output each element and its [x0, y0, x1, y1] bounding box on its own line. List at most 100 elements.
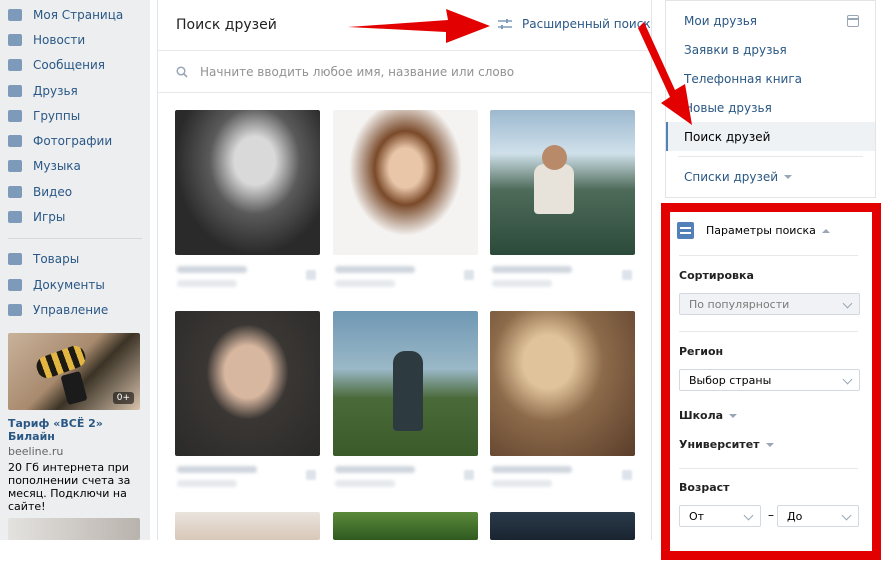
nav-item-label: Документы: [33, 277, 105, 292]
friends-search-panel: Поиск друзей Расширенный поиск: [157, 0, 652, 540]
search-params-toggle[interactable]: Параметры поиска: [677, 222, 830, 239]
video-icon: [8, 185, 22, 198]
advanced-search-link[interactable]: Расширенный поиск: [498, 17, 651, 31]
nav-item[interactable]: Игры: [0, 204, 150, 229]
advanced-search-label: Расширенный поиск: [522, 17, 651, 31]
friends-menu-item[interactable]: Заявки в друзья: [666, 35, 875, 64]
friends-menu-item-label: Новые друзья: [684, 100, 772, 115]
chevron-down-icon: [729, 414, 738, 418]
school-toggle[interactable]: Школа: [679, 409, 738, 422]
friend-lists-label: Списки друзей: [684, 169, 779, 184]
nav-item-label: Моя Страница: [33, 7, 124, 22]
age-from-select[interactable]: От: [679, 505, 761, 527]
friend-photo[interactable]: [490, 110, 635, 255]
ad-image-2[interactable]: [8, 518, 140, 540]
news-icon: [8, 33, 22, 46]
nav-item[interactable]: Товары: [0, 247, 150, 272]
sort-value: По популярности: [689, 297, 790, 311]
nav-item[interactable]: Группы: [0, 103, 150, 128]
nav-item-label: Игры: [33, 210, 66, 225]
camera-icon: [8, 135, 22, 148]
nav-item-label: Фотографии: [33, 134, 113, 149]
panel-header: Поиск друзей Расширенный поиск: [158, 0, 651, 51]
school-label: Школа: [679, 409, 724, 422]
documents-icon: [8, 278, 22, 291]
friend-photo[interactable]: [175, 512, 320, 540]
nav-item-label: Сообщения: [33, 58, 106, 73]
chevron-down-icon: [842, 298, 853, 309]
university-toggle[interactable]: Университет: [679, 438, 774, 451]
calendar-icon[interactable]: [847, 15, 859, 27]
nav-item[interactable]: Документы: [0, 272, 150, 297]
region-value: Выбор страны: [689, 373, 772, 387]
region-label: Регион: [679, 345, 724, 358]
region-select[interactable]: Выбор страны: [679, 369, 860, 391]
friend-photo[interactable]: [333, 110, 478, 255]
chevron-down-icon: [743, 510, 754, 521]
friends-menu-item[interactable]: Поиск друзей: [666, 122, 875, 151]
search-bar: [158, 51, 651, 93]
nav-item[interactable]: Новости: [0, 27, 150, 52]
ad-domain: beeline.ru: [8, 445, 64, 458]
nav-item-label: Друзья: [33, 83, 78, 98]
friend-photo[interactable]: [490, 512, 635, 540]
age-to-value: До: [787, 509, 803, 523]
age-rating-badge: 0+: [112, 392, 134, 404]
nav-item-label: Видео: [33, 184, 73, 199]
nav-item-label: Новости: [33, 32, 86, 47]
advertisement[interactable]: 0+ Тариф «ВСЁ 2» Билайн beeline.ru 20 Гб…: [8, 333, 140, 513]
ad-title[interactable]: Тариф «ВСЁ 2» Билайн: [8, 417, 140, 443]
divider: [679, 255, 858, 256]
chevron-down-icon: [842, 374, 853, 385]
chevron-down-icon: [784, 174, 793, 179]
friends-menu-item-label: Телефонная книга: [684, 71, 802, 86]
friend-photo[interactable]: [333, 512, 478, 540]
filter-icon: [677, 222, 694, 239]
ad-image[interactable]: 0+: [8, 333, 140, 410]
ad-text: 20 Гб интернета при пополнении счета за …: [8, 461, 131, 513]
nav-item[interactable]: Управление: [0, 297, 150, 322]
divider: [679, 331, 858, 332]
nav-item-label: Товары: [33, 252, 80, 267]
divider: [679, 468, 858, 469]
search-params-title: Параметры поиска: [706, 224, 816, 237]
chevron-up-icon: [821, 228, 830, 233]
nav-item[interactable]: Друзья: [0, 78, 150, 103]
sort-select[interactable]: По популярности: [679, 293, 860, 315]
music-icon: [8, 160, 22, 173]
goods-icon: [8, 253, 22, 266]
friends-menu-item-label: Заявки в друзья: [684, 42, 787, 57]
search-icon: [176, 65, 188, 78]
nav-item[interactable]: Сообщения: [0, 53, 150, 78]
friend-photo[interactable]: [175, 311, 320, 456]
groups-icon: [8, 109, 22, 122]
nav-item[interactable]: Фотографии: [0, 128, 150, 153]
friend-photo[interactable]: [175, 110, 320, 255]
nav-item[interactable]: Видео: [0, 179, 150, 204]
nav-item[interactable]: Музыка: [0, 154, 150, 179]
university-label: Университет: [679, 438, 760, 451]
friends-menu-item[interactable]: Мои друзья: [666, 6, 875, 35]
search-params-highlight: Параметры поиска Сортировка По популярно…: [661, 203, 881, 560]
left-navigation: Моя Страница Новости Сообщения Друзья Группы…: [0, 0, 150, 540]
home-icon: [8, 8, 22, 21]
friend-lists-link[interactable]: Списки друзей: [666, 162, 875, 191]
manage-icon: [8, 303, 22, 316]
chevron-down-icon: [841, 510, 852, 521]
games-icon: [8, 211, 22, 224]
filter-icon: [498, 19, 512, 29]
age-label: Возраст: [679, 481, 730, 494]
friend-photo[interactable]: [490, 311, 635, 456]
friends-menu-item[interactable]: Новые друзья: [666, 93, 875, 122]
age-range-dash: –: [768, 508, 774, 522]
nav-divider: [8, 237, 142, 239]
friends-menu-item[interactable]: Телефонная книга: [666, 64, 875, 93]
friends-icon: [8, 84, 22, 97]
nav-item-label: Управление: [33, 302, 109, 317]
nav-item-label: Группы: [33, 108, 81, 123]
search-input[interactable]: [200, 64, 620, 79]
nav-item[interactable]: Моя Страница: [0, 2, 150, 27]
age-to-select[interactable]: До: [777, 505, 859, 527]
friend-photo[interactable]: [333, 311, 478, 456]
messages-icon: [8, 59, 22, 72]
